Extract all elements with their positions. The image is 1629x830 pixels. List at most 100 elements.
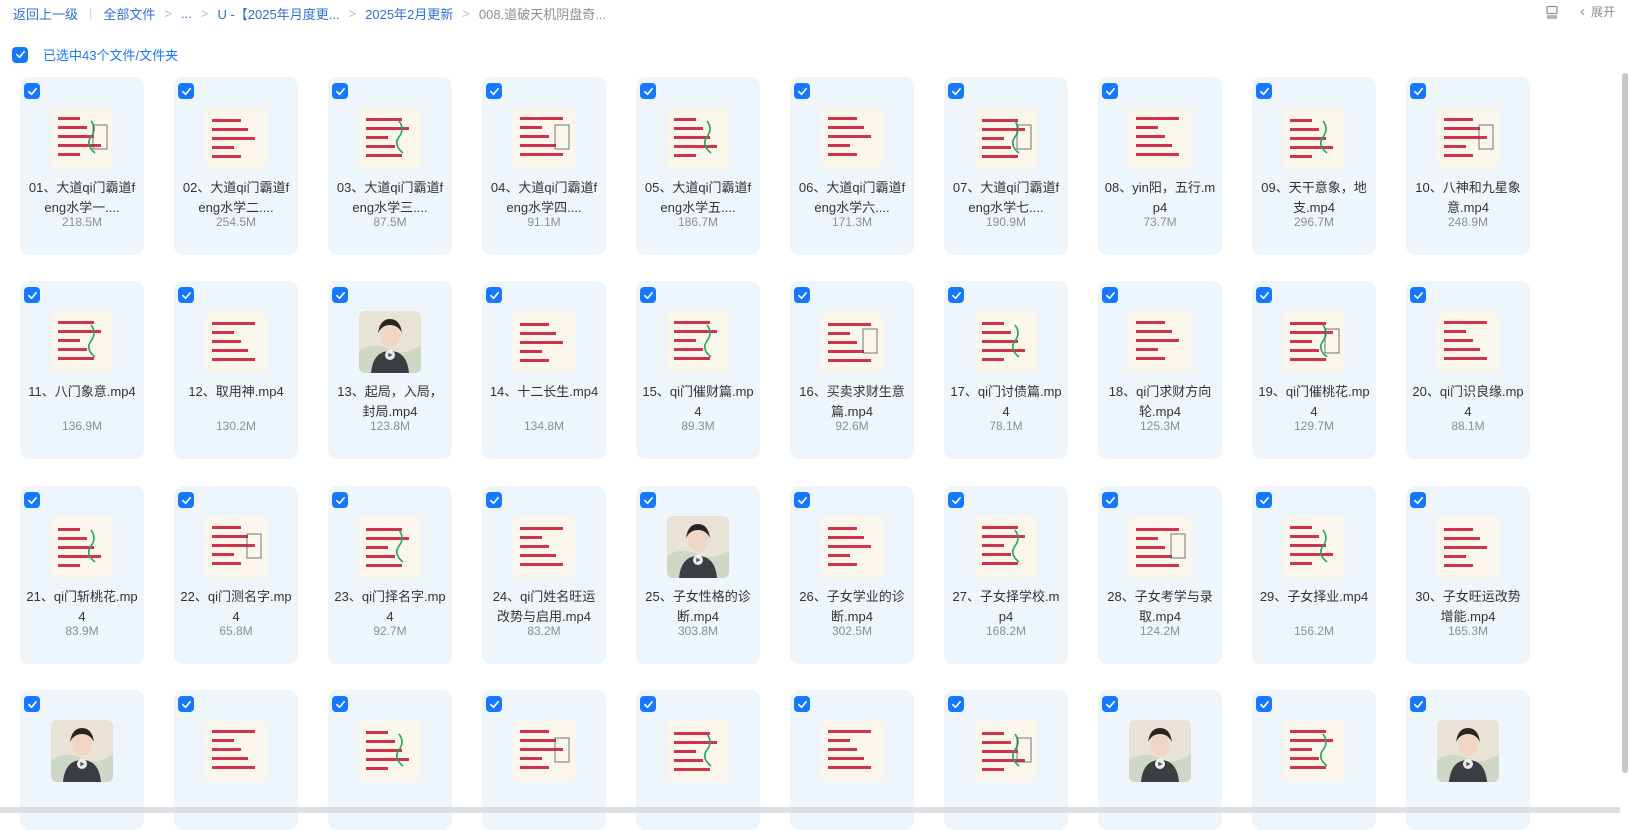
video-thumbnail-slide[interactable]	[667, 311, 729, 373]
video-thumbnail-slide[interactable]	[1129, 107, 1191, 169]
file-name[interactable]: 10、八神和九星象意.mp4	[1412, 178, 1524, 218]
video-thumbnail-slide[interactable]	[1283, 311, 1345, 373]
file-checkbox[interactable]	[640, 492, 656, 508]
file-checkbox[interactable]	[24, 83, 40, 99]
video-thumbnail-slide[interactable]	[1437, 516, 1499, 578]
file-name[interactable]: 21、qi门斩桃花.mp4	[26, 587, 138, 627]
file-name[interactable]: 07、大道qi门霸道feng水学七....	[950, 178, 1062, 218]
file-tile[interactable]: 12、取用神.mp4 130.2M	[174, 281, 298, 459]
video-thumbnail-slide[interactable]	[975, 720, 1037, 782]
file-tile[interactable]: 04、大道qi门霸道feng水学四.... 91.1M	[482, 77, 606, 255]
file-checkbox[interactable]	[1256, 696, 1272, 712]
file-checkbox[interactable]	[948, 287, 964, 303]
file-tile[interactable]: 06、大道qi门霸道feng水学六.... 171.3M	[790, 77, 914, 255]
file-name[interactable]: 01、大道qi门霸道feng水学一....	[26, 178, 138, 218]
file-name[interactable]: 05、大道qi门霸道feng水学五....	[642, 178, 754, 218]
file-name[interactable]: 27、子女择学校.mp4	[950, 587, 1062, 627]
file-tile[interactable]: 26、子女学业的诊断.mp4 302.5M	[790, 486, 914, 664]
file-checkbox[interactable]	[948, 83, 964, 99]
file-tile[interactable]: 30、子女旺运改势增能.mp4 165.3M	[1406, 486, 1530, 664]
video-thumbnail-slide[interactable]	[1129, 516, 1191, 578]
file-name[interactable]: 08、yin阳，五行.mp4	[1104, 178, 1216, 218]
vertical-scrollbar[interactable]	[1621, 73, 1629, 813]
file-tile[interactable]: 01、大道qi门霸道feng水学一.... 218.5M	[20, 77, 144, 255]
file-tile[interactable]: 13、起局，入局，封局.mp4 123.8M	[328, 281, 452, 459]
video-thumbnail-slide[interactable]	[821, 107, 883, 169]
file-checkbox[interactable]	[332, 492, 348, 508]
file-name[interactable]: 13、起局，入局，封局.mp4	[334, 382, 446, 422]
file-name[interactable]: 26、子女学业的诊断.mp4	[796, 587, 908, 627]
video-thumbnail-slide[interactable]	[667, 107, 729, 169]
file-checkbox[interactable]	[178, 492, 194, 508]
file-checkbox[interactable]	[1256, 287, 1272, 303]
file-checkbox[interactable]	[1410, 287, 1426, 303]
video-thumbnail-slide[interactable]	[359, 107, 421, 169]
video-thumbnail-presenter[interactable]	[667, 516, 729, 578]
file-name[interactable]: 15、qi门催财篇.mp4	[642, 382, 754, 422]
video-thumbnail-slide[interactable]	[513, 107, 575, 169]
file-tile[interactable]: 09、天干意象，地支.mp4 296.7M	[1252, 77, 1376, 255]
file-checkbox[interactable]	[1102, 287, 1118, 303]
video-thumbnail-slide[interactable]	[1437, 311, 1499, 373]
file-checkbox[interactable]	[178, 696, 194, 712]
video-thumbnail-slide[interactable]	[821, 516, 883, 578]
file-tile[interactable]: 24、qi门姓名旺运改势与启用.mp4 83.2M	[482, 486, 606, 664]
file-name[interactable]: 18、qi门求财方向轮.mp4	[1104, 382, 1216, 422]
file-name[interactable]: 11、八门象意.mp4	[26, 382, 138, 402]
file-name[interactable]: 02、大道qi门霸道feng水学二....	[180, 178, 292, 218]
file-name[interactable]: 12、取用神.mp4	[180, 382, 292, 402]
file-checkbox[interactable]	[640, 696, 656, 712]
file-checkbox[interactable]	[1102, 83, 1118, 99]
file-checkbox[interactable]	[486, 492, 502, 508]
file-name[interactable]: 20、qi门识良缘.mp4	[1412, 382, 1524, 422]
file-tile[interactable]: 17、qi门讨债篇.mp4 78.1M	[944, 281, 1068, 459]
file-checkbox[interactable]	[332, 696, 348, 712]
file-name[interactable]: 17、qi门讨债篇.mp4	[950, 382, 1062, 422]
file-tile[interactable]: 23、qi门择名字.mp4 92.7M	[328, 486, 452, 664]
breadcrumb-root[interactable]: 全部文件	[103, 4, 155, 23]
file-checkbox[interactable]	[1410, 492, 1426, 508]
video-thumbnail-slide[interactable]	[975, 107, 1037, 169]
file-checkbox[interactable]	[794, 696, 810, 712]
file-tile[interactable]: 10、八神和九星象意.mp4 248.9M	[1406, 77, 1530, 255]
video-thumbnail-presenter[interactable]	[1437, 720, 1499, 782]
file-checkbox[interactable]	[794, 83, 810, 99]
file-checkbox[interactable]	[332, 83, 348, 99]
file-tile[interactable]: 03、大道qi门霸道feng水学三.... 87.5M	[328, 77, 452, 255]
file-tile[interactable]: 15、qi门催财篇.mp4 89.3M	[636, 281, 760, 459]
breadcrumb-level1[interactable]: U -【2025年月度更...	[217, 4, 339, 23]
file-checkbox[interactable]	[948, 696, 964, 712]
file-tile[interactable]: 02、大道qi门霸道feng水学二.... 254.5M	[174, 77, 298, 255]
video-thumbnail-slide[interactable]	[51, 516, 113, 578]
video-thumbnail-slide[interactable]	[1283, 516, 1345, 578]
file-tile[interactable]: 19、qi门催桃花.mp4 129.7M	[1252, 281, 1376, 459]
video-thumbnail-slide[interactable]	[205, 516, 267, 578]
file-tile[interactable]: 05、大道qi门霸道feng水学五.... 186.7M	[636, 77, 760, 255]
expand-button[interactable]: 展开	[1591, 3, 1615, 20]
horizontal-scrollbar[interactable]	[0, 807, 1620, 813]
file-checkbox[interactable]	[24, 287, 40, 303]
file-name[interactable]: 25、子女性格的诊断.mp4	[642, 587, 754, 627]
file-name[interactable]: 24、qi门姓名旺运改势与启用.mp4	[488, 587, 600, 627]
breadcrumb-ellipsis[interactable]: ...	[181, 6, 192, 21]
file-checkbox[interactable]	[486, 287, 502, 303]
video-thumbnail-slide[interactable]	[1437, 107, 1499, 169]
scrollbar-thumb[interactable]	[1622, 73, 1628, 773]
file-checkbox[interactable]	[1102, 492, 1118, 508]
video-thumbnail-presenter[interactable]	[359, 311, 421, 373]
file-name[interactable]: 23、qi门择名字.mp4	[334, 587, 446, 627]
file-tile[interactable]: 08、yin阳，五行.mp4 73.7M	[1098, 77, 1222, 255]
video-thumbnail-slide[interactable]	[513, 720, 575, 782]
video-thumbnail-presenter[interactable]	[1129, 720, 1191, 782]
video-thumbnail-slide[interactable]	[975, 311, 1037, 373]
file-checkbox[interactable]	[1102, 696, 1118, 712]
video-thumbnail-presenter[interactable]	[51, 720, 113, 782]
video-thumbnail-slide[interactable]	[513, 311, 575, 373]
video-thumbnail-slide[interactable]	[51, 107, 113, 169]
file-checkbox[interactable]	[1256, 492, 1272, 508]
file-checkbox[interactable]	[1410, 696, 1426, 712]
file-checkbox[interactable]	[24, 492, 40, 508]
video-thumbnail-slide[interactable]	[667, 720, 729, 782]
list-view-icon[interactable]	[1544, 4, 1560, 20]
breadcrumb-level2[interactable]: 2025年2月更新	[365, 4, 453, 23]
